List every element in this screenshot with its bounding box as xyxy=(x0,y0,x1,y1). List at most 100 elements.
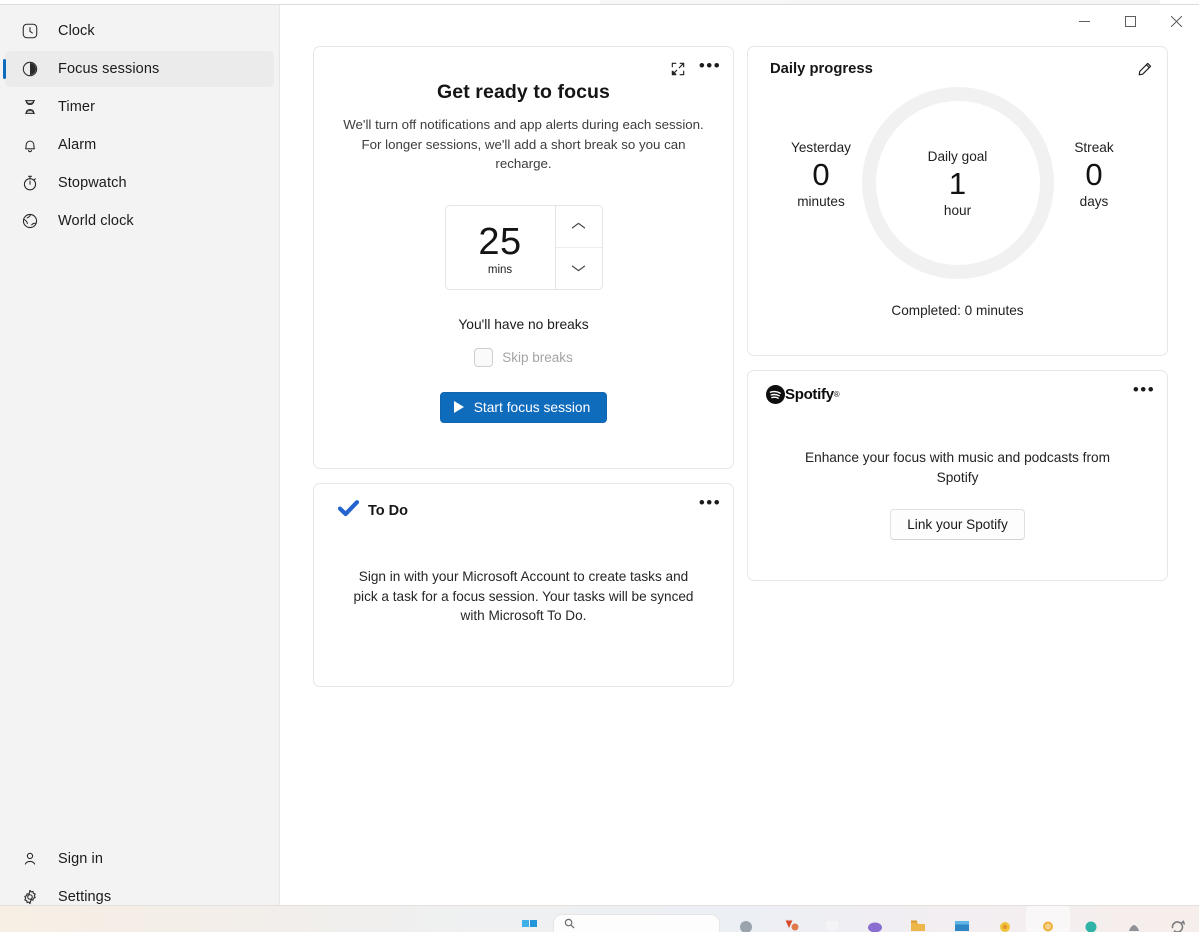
minimize-button[interactable] xyxy=(1061,5,1107,38)
left-column: ••• Get ready to focus We'll turn off no… xyxy=(313,46,734,687)
clock-app-icon[interactable] xyxy=(1026,906,1070,932)
compact-overlay-icon[interactable] xyxy=(663,55,693,83)
clock-app-window: Clock Focus sessions Timer Alarm Stopwat… xyxy=(0,0,1199,932)
window-controls xyxy=(1061,5,1199,38)
daily-goal-unit: hour xyxy=(943,202,972,218)
store-icon[interactable] xyxy=(940,906,983,932)
duration-value: 25 xyxy=(478,220,522,263)
sidebar-item-label: Alarm xyxy=(58,137,97,153)
sidebar-item-stopwatch[interactable]: Stopwatch xyxy=(5,165,274,201)
sidebar-item-label: Sign in xyxy=(58,851,104,867)
file-explorer-icon[interactable] xyxy=(897,906,940,932)
edge-icon[interactable] xyxy=(724,906,767,932)
person-icon xyxy=(20,849,40,869)
xbox-icon[interactable] xyxy=(1113,906,1156,932)
yesterday-value: 0 xyxy=(812,157,830,192)
sidebar-item-label: Timer xyxy=(58,99,96,115)
streak-value: 0 xyxy=(1085,157,1103,192)
spotify-brand-name: Spotify xyxy=(785,386,834,403)
teams-icon[interactable] xyxy=(1070,906,1113,932)
gear-icon xyxy=(20,887,40,907)
sidebar-item-label: Stopwatch xyxy=(58,175,127,191)
daily-goal-value: 1 xyxy=(948,165,967,201)
skip-breaks-row[interactable]: Skip breaks xyxy=(338,347,709,367)
explorer-window-icon[interactable] xyxy=(811,906,854,932)
sidebar-item-focus-sessions[interactable]: Focus sessions xyxy=(3,51,274,87)
daily-goal-stat: Daily goal 1 hour xyxy=(862,87,1054,279)
more-options-icon[interactable]: ••• xyxy=(695,492,725,520)
focus-card-description: We'll turn off notifications and app ale… xyxy=(343,117,704,171)
progress-ring-area: Daily goal 1 hour Yesterday 0 minutes St… xyxy=(766,83,1149,299)
sidebar-item-sign-in[interactable]: Sign in xyxy=(5,841,274,877)
streak-label: Streak xyxy=(1074,140,1114,155)
taskbar-search-box[interactable] xyxy=(553,914,721,932)
more-options-icon[interactable]: ••• xyxy=(1129,379,1159,407)
focus-session-card: ••• Get ready to focus We'll turn off no… xyxy=(313,46,734,469)
duration-stepper[interactable]: 25 mins xyxy=(444,204,603,290)
windows-start-icon[interactable] xyxy=(508,906,551,932)
skip-breaks-label: Skip breaks xyxy=(502,349,573,365)
onedrive-icon[interactable] xyxy=(854,906,897,932)
spotify-header: Spotify ® xyxy=(766,385,1149,404)
yesterday-stat: Yesterday 0 minutes xyxy=(766,140,876,209)
settings-app-icon[interactable] xyxy=(983,906,1026,932)
close-button[interactable] xyxy=(1153,5,1199,38)
skip-breaks-checkbox[interactable] xyxy=(474,347,494,367)
daily-goal-label: Daily goal xyxy=(927,148,988,164)
stopwatch-icon xyxy=(20,173,40,193)
link-your-spotify-button[interactable]: Link your Spotify xyxy=(890,509,1025,540)
duration-value-area[interactable]: 25 mins xyxy=(446,206,555,289)
sidebar-item-clock[interactable]: Clock xyxy=(5,13,274,49)
todo-more-dots: ••• xyxy=(698,492,722,512)
yesterday-unit: minutes xyxy=(797,194,845,209)
focus-card-actions: ••• xyxy=(663,55,725,83)
sidebar-item-label: Focus sessions xyxy=(58,61,160,77)
streak-stat: Streak 0 days xyxy=(1039,140,1149,209)
to-do-card: ••• To Do Sign in with your Microsoft Ac… xyxy=(313,483,734,687)
spotify-logo-icon xyxy=(766,385,785,404)
daily-progress-title: Daily progress xyxy=(770,61,873,77)
completed-text: Completed: 0 minutes xyxy=(891,303,1024,318)
maximize-button[interactable] xyxy=(1107,5,1153,38)
start-button-label: Start focus session xyxy=(473,399,591,415)
focus-card-title: Get ready to focus xyxy=(436,81,610,103)
app-window: Clock Focus sessions Timer Alarm Stopwat… xyxy=(0,4,1199,909)
progress-card-actions xyxy=(1129,55,1159,83)
stepper-arrows xyxy=(554,205,602,289)
sidebar-item-world-clock[interactable]: World clock xyxy=(5,203,274,239)
right-column: Daily progress Daily goal 1 hour Yesterd… xyxy=(747,46,1168,581)
sidebar-item-label: Settings xyxy=(58,889,112,905)
duration-unit: mins xyxy=(487,263,513,276)
spotify-card-actions: ••• xyxy=(1129,379,1159,407)
vlc-icon[interactable] xyxy=(767,906,810,932)
windows-taskbar xyxy=(0,905,1199,932)
navigation-sidebar: Clock Focus sessions Timer Alarm Stopwat… xyxy=(0,5,280,909)
daily-progress-card: Daily progress Daily goal 1 hour Yesterd… xyxy=(747,46,1168,356)
main-content: ••• Get ready to focus We'll turn off no… xyxy=(280,5,1199,909)
globe-icon xyxy=(20,211,40,231)
todo-card-actions: ••• xyxy=(695,492,725,520)
sidebar-item-label: Clock xyxy=(58,23,95,39)
focus-more-dots: ••• xyxy=(698,55,722,75)
streak-unit: days xyxy=(1079,194,1109,209)
pencil-edit-icon[interactable] xyxy=(1129,55,1159,83)
clock-icon xyxy=(20,21,40,41)
hourglass-icon xyxy=(20,97,40,117)
breaks-status-text: You'll have no breaks xyxy=(458,316,589,332)
todo-title: To Do xyxy=(368,503,408,519)
increase-duration-button[interactable] xyxy=(556,206,602,247)
sidebar-item-timer[interactable]: Timer xyxy=(5,89,274,125)
todo-body-text: Sign in with your Microsoft Account to c… xyxy=(353,569,694,623)
sidebar-item-alarm[interactable]: Alarm xyxy=(5,127,274,163)
decrease-duration-button[interactable] xyxy=(555,246,602,289)
more-options-icon[interactable]: ••• xyxy=(695,55,725,83)
spotify-more-dots: ••• xyxy=(1132,379,1156,399)
play-icon xyxy=(453,401,464,413)
todo-header: To Do xyxy=(337,500,709,522)
spotify-card: ••• Spotify ® Enhance your focus with mu… xyxy=(747,370,1168,581)
to-do-check-icon xyxy=(337,500,360,522)
bell-icon xyxy=(20,135,40,155)
sidebar-bottom-section: Sign in Settings xyxy=(0,839,279,909)
sync-icon[interactable] xyxy=(1156,906,1199,932)
start-focus-session-button[interactable]: Start focus session xyxy=(439,391,608,423)
